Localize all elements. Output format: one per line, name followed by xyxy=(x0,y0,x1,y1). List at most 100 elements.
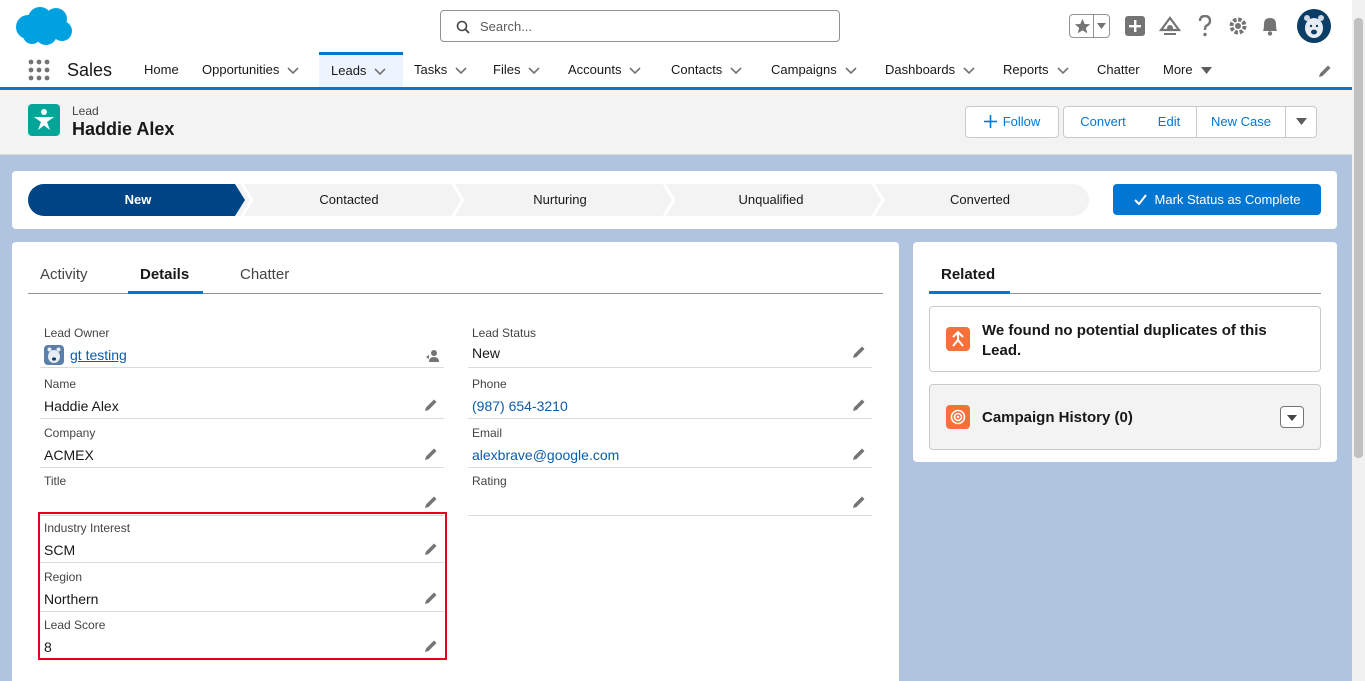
nav-item-more[interactable]: More xyxy=(1151,52,1224,87)
field-value: Haddie Alex xyxy=(44,398,119,414)
follow-button[interactable]: Follow xyxy=(965,106,1059,138)
path-stage-converted[interactable]: Converted xyxy=(878,184,1082,216)
chevron-down-icon[interactable] xyxy=(963,67,975,75)
trailhead-icon[interactable] xyxy=(1159,15,1181,37)
nav-item-tasks[interactable]: Tasks xyxy=(402,52,479,87)
chevron-down-icon[interactable] xyxy=(287,67,299,75)
field-title: Title xyxy=(40,468,444,516)
field-label: Title xyxy=(44,474,67,488)
field-label: Email xyxy=(472,426,503,440)
more-actions-button[interactable] xyxy=(1285,106,1317,138)
caret-down-icon[interactable] xyxy=(1200,67,1212,75)
field-lead-owner: Lead Owner gt testing xyxy=(40,320,444,368)
check-icon xyxy=(1133,194,1147,206)
phone-link[interactable]: (987) 654-3210 xyxy=(472,398,568,414)
nav-item-accounts[interactable]: Accounts xyxy=(556,52,653,87)
nav-item-opportunities[interactable]: Opportunities xyxy=(190,52,311,87)
nav-item-leads[interactable]: Leads xyxy=(319,52,403,87)
pencil-icon[interactable] xyxy=(852,398,866,412)
path-stage-new[interactable]: New xyxy=(28,184,248,216)
user-avatar[interactable] xyxy=(1297,9,1331,43)
nav-item-chatter[interactable]: Chatter xyxy=(1085,52,1152,87)
edit-button[interactable]: Edit xyxy=(1142,106,1197,138)
stage-label: New xyxy=(124,192,152,207)
chevron-down-icon[interactable] xyxy=(374,68,386,76)
nav-item-home[interactable]: Home xyxy=(132,52,191,87)
campaign-history-title[interactable]: Campaign History (0) xyxy=(982,409,1133,426)
chevron-down-icon[interactable] xyxy=(629,67,642,75)
campaign-history-menu-button[interactable] xyxy=(1280,406,1304,428)
path-stage-unqualified[interactable]: Unqualified xyxy=(668,184,874,216)
owner-avatar xyxy=(44,345,64,365)
pencil-icon[interactable] xyxy=(852,495,866,509)
lead-owner-link[interactable]: gt testing xyxy=(70,347,127,363)
global-search-input[interactable]: Search... xyxy=(440,10,840,42)
nav-item-label: Leads xyxy=(331,63,367,78)
tab-activity[interactable]: Activity xyxy=(40,266,88,283)
nav-item-label: Files xyxy=(493,62,521,77)
status-path: New Contacted Nurturing Unqualified Conv… xyxy=(12,171,1337,229)
tab-chatter[interactable]: Chatter xyxy=(240,266,289,283)
chevron-down-icon xyxy=(1097,23,1106,29)
pencil-icon[interactable] xyxy=(424,495,438,509)
path-stage-nurturing[interactable]: Nurturing xyxy=(458,184,662,216)
scrollbar-thumb[interactable] xyxy=(1354,18,1363,458)
convert-button[interactable]: Convert xyxy=(1063,106,1143,138)
app-launcher-icon[interactable] xyxy=(28,59,50,81)
edit-nav-pencil-icon[interactable] xyxy=(1318,64,1332,78)
duplicates-message: We found no potential duplicates of this… xyxy=(982,322,1267,359)
nav-item-files[interactable]: Files xyxy=(481,52,552,87)
field-company: Company ACMEX xyxy=(40,420,444,468)
chevron-down-icon[interactable] xyxy=(730,67,742,75)
nav-item-label: Dashboards xyxy=(885,62,956,77)
chevron-down-icon[interactable] xyxy=(455,67,467,75)
salesforce-logo[interactable] xyxy=(14,5,74,47)
duplicates-card: We found no potential duplicates of this… xyxy=(929,306,1321,372)
new-case-label: New Case xyxy=(1211,114,1271,129)
field-name: Name Haddie Alex xyxy=(40,371,444,419)
change-owner-icon[interactable] xyxy=(426,349,440,363)
caret-down-icon xyxy=(1287,415,1297,421)
new-case-button[interactable]: New Case xyxy=(1196,106,1286,138)
campaign-history-card: Campaign History (0) xyxy=(929,384,1321,450)
star-icon xyxy=(1074,18,1091,34)
tab-related[interactable]: Related xyxy=(941,266,995,283)
path-stage-contacted[interactable]: Contacted xyxy=(248,184,450,216)
search-placeholder: Search... xyxy=(480,19,533,34)
chevron-down-icon[interactable] xyxy=(1056,67,1069,75)
favorites-button[interactable] xyxy=(1069,14,1110,38)
record-header: Lead Haddie Alex Follow Convert Edit New… xyxy=(0,90,1352,155)
notifications-bell-icon[interactable] xyxy=(1260,15,1280,37)
global-actions-plus-icon[interactable] xyxy=(1125,16,1145,36)
mark-status-complete-button[interactable]: Mark Status as Complete xyxy=(1113,184,1321,215)
nav-item-dashboards[interactable]: Dashboards xyxy=(873,52,987,87)
chevron-down-icon[interactable] xyxy=(528,67,541,75)
email-link[interactable]: alexbrave@google.com xyxy=(472,447,619,463)
page-scrollbar[interactable] xyxy=(1352,0,1365,681)
nav-item-label: Chatter xyxy=(1097,62,1140,77)
stage-label: Converted xyxy=(950,192,1010,207)
lead-star-person-icon xyxy=(34,109,54,130)
nav-item-campaigns[interactable]: Campaigns xyxy=(759,52,869,87)
pencil-icon[interactable] xyxy=(424,398,438,412)
convert-label: Convert xyxy=(1080,114,1126,129)
app-name: Sales xyxy=(67,60,113,80)
field-phone: Phone (987) 654-3210 xyxy=(468,371,872,419)
nav-item-reports[interactable]: Reports xyxy=(991,52,1081,87)
field-email: Email alexbrave@google.com xyxy=(468,420,872,468)
pencil-icon[interactable] xyxy=(424,447,438,461)
record-object-label: Lead xyxy=(72,104,99,118)
pencil-icon[interactable] xyxy=(852,447,866,461)
nav-item-contacts[interactable]: Contacts xyxy=(659,52,754,87)
nav-item-label: Accounts xyxy=(568,62,622,77)
gear-icon[interactable] xyxy=(1228,16,1248,36)
field-label: Company xyxy=(44,426,96,440)
chevron-down-icon[interactable] xyxy=(845,67,857,75)
related-card: Related We found no potential duplicates… xyxy=(913,242,1337,462)
pencil-icon[interactable] xyxy=(852,345,866,359)
merge-icon xyxy=(952,331,964,347)
tab-details[interactable]: Details xyxy=(140,266,189,283)
stage-label: Unqualified xyxy=(738,192,804,207)
help-icon[interactable] xyxy=(1197,15,1213,37)
avatar-bear-icon xyxy=(1304,15,1324,38)
